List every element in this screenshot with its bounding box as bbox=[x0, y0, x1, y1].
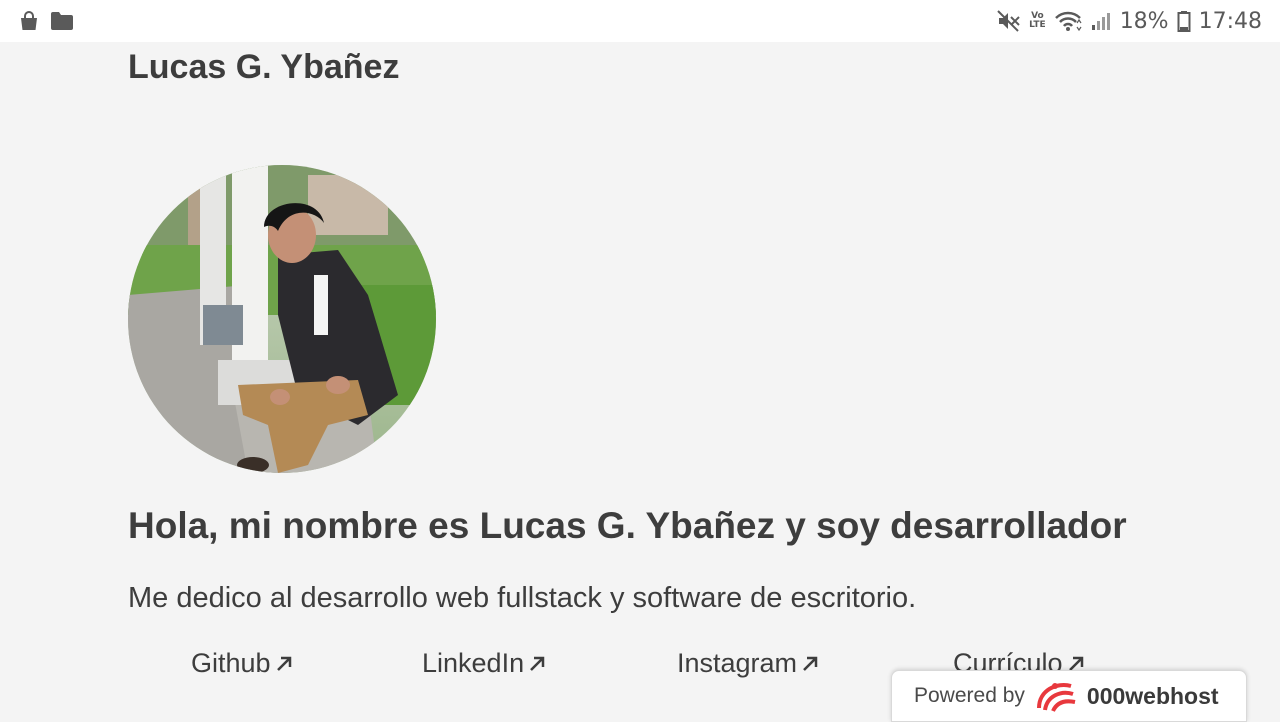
mute-icon bbox=[997, 10, 1021, 32]
powered-by-brand: 000webhost bbox=[1086, 682, 1219, 709]
status-bar: Vo LTE 18% 17:48 bbox=[0, 0, 1280, 42]
github-link-label: Github bbox=[191, 648, 271, 678]
external-arrow-icon bbox=[530, 656, 545, 671]
github-link[interactable]: Github bbox=[191, 648, 293, 679]
powered-by-label: Powered by bbox=[914, 684, 1025, 707]
powered-by-badge[interactable]: Powered by 000webhost bbox=[891, 670, 1247, 722]
linkedin-link-label: LinkedIn bbox=[422, 648, 525, 678]
page-title: Lucas G. Ybañez bbox=[128, 48, 400, 86]
instagram-link-label: Instagram bbox=[677, 648, 798, 678]
shopping-bag-icon bbox=[18, 10, 40, 32]
wifi-icon bbox=[1054, 10, 1082, 32]
volte-label-bottom: LTE bbox=[1029, 20, 1046, 30]
volte-icon: Vo LTE bbox=[1029, 12, 1046, 30]
battery-icon bbox=[1177, 10, 1191, 32]
external-arrow-icon bbox=[803, 656, 818, 671]
000webhost-logo-icon bbox=[1035, 678, 1077, 714]
signal-icon bbox=[1090, 10, 1112, 32]
instagram-link[interactable]: Instagram bbox=[677, 648, 819, 679]
status-left bbox=[18, 10, 74, 32]
status-right: Vo LTE 18% 17:48 bbox=[997, 9, 1262, 34]
linkedin-link[interactable]: LinkedIn bbox=[422, 648, 546, 679]
profile-photo bbox=[128, 165, 436, 473]
battery-percent: 18% bbox=[1119, 8, 1169, 34]
intro-tagline: Me dedico al desarrollo web fullstack y … bbox=[128, 582, 917, 614]
intro-heading: Hola, mi nombre es Lucas G. Ybañez y soy… bbox=[128, 505, 1127, 546]
status-time: 17:48 bbox=[1198, 8, 1262, 34]
external-arrow-icon bbox=[276, 656, 291, 671]
folder-icon bbox=[50, 11, 74, 31]
